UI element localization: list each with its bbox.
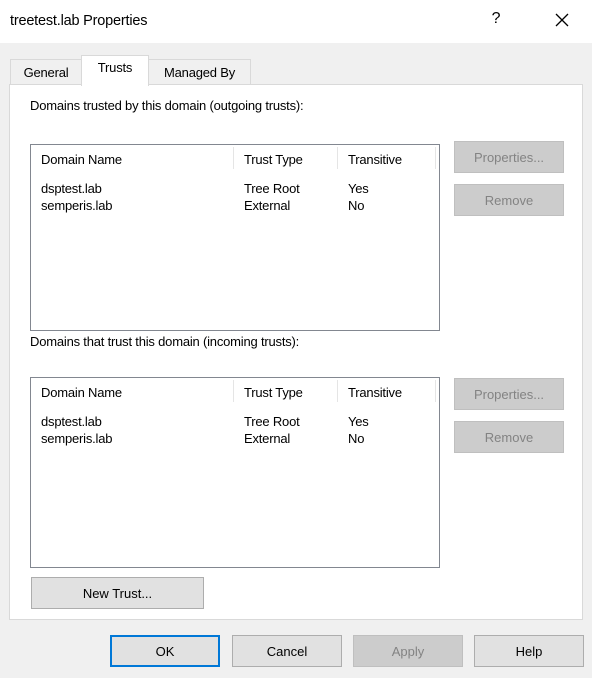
column-divider[interactable] [435,147,436,169]
help-dialog-button[interactable]: Help [474,635,584,667]
cell-transitive: Yes [348,181,369,196]
cell-transitive: No [348,431,365,446]
tab-trusts[interactable]: Trusts [81,55,149,86]
new-trust-button[interactable]: New Trust... [31,577,204,609]
cell-domain-name: semperis.lab [41,198,113,213]
list-header: Domain Name Trust Type Transitive [31,378,439,404]
cell-transitive: Yes [348,414,369,429]
cell-trust-type: Tree Root [244,181,300,196]
column-header-domain-name[interactable]: Domain Name [31,145,233,171]
close-icon [555,13,569,27]
incoming-trusts-list[interactable]: Domain Name Trust Type Transitive dsptes… [30,377,440,568]
cell-trust-type: Tree Root [244,414,300,429]
list-header: Domain Name Trust Type Transitive [31,145,439,171]
cancel-button[interactable]: Cancel [232,635,342,667]
tab-general[interactable]: General [10,59,82,85]
column-header-transitive[interactable]: Transitive [338,378,436,404]
outgoing-trusts-label: Domains trusted by this domain (outgoing… [30,98,304,113]
column-header-transitive[interactable]: Transitive [338,145,436,171]
help-button[interactable]: ? [486,10,506,32]
cell-domain-name: semperis.lab [41,431,113,446]
tab-managed-by[interactable]: Managed By [148,59,251,85]
outgoing-properties-button[interactable]: Properties... [454,141,564,173]
cell-trust-type: External [244,431,291,446]
ok-button[interactable]: OK [110,635,220,667]
column-header-domain-name[interactable]: Domain Name [31,378,233,404]
outgoing-remove-button[interactable]: Remove [454,184,564,216]
cell-transitive: No [348,198,365,213]
cell-domain-name: dsptest.lab [41,181,102,196]
window-title: treetest.lab Properties [10,13,148,29]
cell-domain-name: dsptest.lab [41,414,102,429]
outgoing-trusts-list[interactable]: Domain Name Trust Type Transitive dsptes… [30,144,440,331]
column-header-trust-type[interactable]: Trust Type [234,378,338,404]
close-button[interactable] [550,8,574,32]
cell-trust-type: External [244,198,291,213]
column-header-trust-type[interactable]: Trust Type [234,145,338,171]
incoming-remove-button[interactable]: Remove [454,421,564,453]
title-bar: treetest.lab Properties ? [0,0,592,43]
incoming-properties-button[interactable]: Properties... [454,378,564,410]
apply-button[interactable]: Apply [353,635,463,667]
column-divider[interactable] [435,380,436,402]
incoming-trusts-label: Domains that trust this domain (incoming… [30,334,300,349]
